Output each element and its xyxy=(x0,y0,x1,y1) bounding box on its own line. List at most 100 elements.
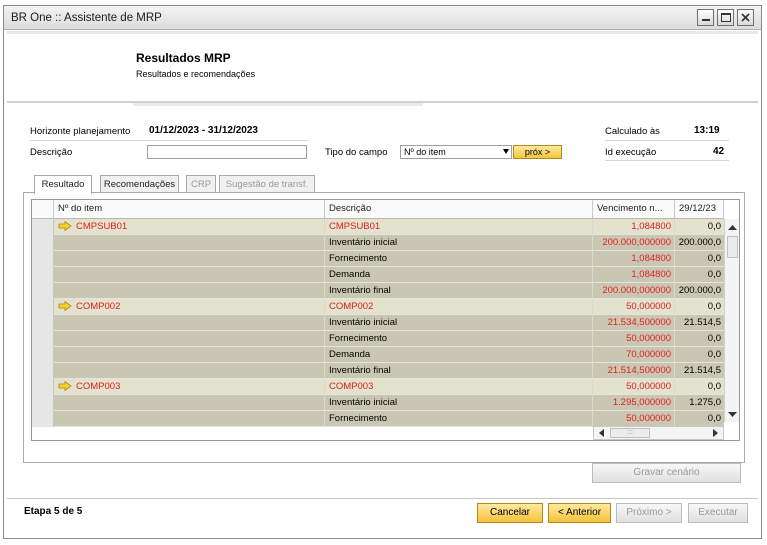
hscroll-thumb[interactable]: ::: xyxy=(610,428,650,438)
dropdown-arrow-icon xyxy=(503,149,509,154)
cell-descricao: Inventário final xyxy=(325,283,593,299)
tipo-campo-value: Nº do item xyxy=(404,147,446,157)
cell-item xyxy=(54,395,325,411)
detail-row[interactable]: Inventário inicial 21.534,500000 21.514,5 xyxy=(32,315,724,331)
close-button[interactable] xyxy=(737,9,754,26)
cell-vencimento: 1,084800 xyxy=(593,219,675,235)
cell-date: 21.514,5 xyxy=(684,317,721,328)
maximize-icon xyxy=(721,13,731,22)
cell-item: COMP003 xyxy=(54,379,325,395)
cell-item xyxy=(54,235,325,251)
scroll-right-icon[interactable] xyxy=(709,427,721,439)
minimize-button[interactable] xyxy=(697,9,714,26)
detail-row[interactable]: Demanda 1,084800 0,0 xyxy=(32,267,724,283)
row-selector[interactable] xyxy=(32,235,54,251)
proximo-button[interactable]: Próximo > xyxy=(616,503,682,523)
detail-row[interactable]: Fornecimento 50,000000 0,0 xyxy=(32,411,724,427)
calculado-label: Calculado às xyxy=(605,126,660,137)
header-divider xyxy=(133,103,423,106)
row-selector[interactable] xyxy=(32,331,54,347)
cell-vencimento: 70,000000 xyxy=(593,347,675,363)
prox-button[interactable]: próx > xyxy=(513,145,562,159)
arrow-right-icon[interactable] xyxy=(58,221,72,232)
mrp-wizard-window: BR One :: Assistente de MRP Resultados M… xyxy=(3,5,762,539)
wizard-header: Resultados MRP Resultados e recomendaçõe… xyxy=(7,31,758,103)
row-selector[interactable] xyxy=(32,283,54,299)
scroll-down-icon[interactable] xyxy=(725,409,740,419)
row-selector[interactable] xyxy=(32,299,54,315)
cell-item xyxy=(54,347,325,363)
cell-descricao: Inventário inicial xyxy=(325,315,593,331)
row-selector[interactable] xyxy=(32,363,54,379)
item-row[interactable]: COMP002 COMP002 50,000000 0,0 xyxy=(32,299,724,315)
cell-descricao: Fornecimento xyxy=(325,331,593,347)
cell-vencimento: 21.514,500000 xyxy=(593,363,675,379)
cell-vencimento: 1,084800 xyxy=(593,267,675,283)
cell-date: 0,0 xyxy=(707,301,721,312)
cell-descricao: CMPSUB01 xyxy=(325,219,593,235)
maximize-button[interactable] xyxy=(717,9,734,26)
tab-recomendacoes[interactable]: Recomendações xyxy=(100,175,179,193)
cell-descricao: Fornecimento xyxy=(325,411,593,427)
id-execucao-value: 42 xyxy=(713,146,725,157)
cell-descricao: Inventário inicial xyxy=(325,235,593,251)
page-title: Resultados MRP xyxy=(136,51,231,65)
cell-descricao: Demanda xyxy=(325,267,593,283)
cell-item xyxy=(54,363,325,379)
row-selector[interactable] xyxy=(32,379,54,395)
item-row[interactable]: COMP003 COMP003 50,000000 0,0 xyxy=(32,379,724,395)
results-grid[interactable]: Nº do item Descrição Vencimento n... 29/… xyxy=(31,199,740,441)
cell-descricao: Inventário final xyxy=(325,363,593,379)
executar-button[interactable]: Executar xyxy=(688,503,748,523)
cell-item xyxy=(54,331,325,347)
cell-item xyxy=(54,283,325,299)
detail-row[interactable]: Demanda 70,000000 0,0 xyxy=(32,347,724,363)
row-selector[interactable] xyxy=(32,347,54,363)
horizontal-scrollbar[interactable]: ::: xyxy=(593,426,724,440)
row-selector[interactable] xyxy=(32,411,54,427)
anterior-button[interactable]: < Anterior xyxy=(548,503,611,523)
cell-item: CMPSUB01 xyxy=(54,219,325,235)
tab-crp[interactable]: CRP xyxy=(186,175,216,193)
tipo-campo-select[interactable]: Nº do item xyxy=(400,145,512,159)
cell-descricao: COMP003 xyxy=(325,379,593,395)
arrow-right-icon[interactable] xyxy=(58,381,72,392)
detail-row[interactable]: Inventário inicial 200.000,000000 200.000,… xyxy=(32,235,724,251)
detail-row[interactable]: Fornecimento 50,000000 0,0 xyxy=(32,331,724,347)
gravar-cenario-button[interactable]: Gravar cenário xyxy=(592,463,741,483)
grid-header-vencimento[interactable]: Vencimento n... xyxy=(593,200,675,219)
cell-item-text: COMP003 xyxy=(76,381,121,392)
grid-header-item[interactable]: Nº do item xyxy=(54,200,325,219)
cell-vencimento: 200.000,000000 xyxy=(593,283,675,299)
vertical-scrollbar[interactable] xyxy=(724,219,740,422)
titlebar: BR One :: Assistente de MRP xyxy=(4,6,761,30)
descricao-input[interactable] xyxy=(147,145,307,159)
row-selector[interactable] xyxy=(32,267,54,283)
tab-sugestao-transf[interactable]: Sugestão de transf. xyxy=(219,175,315,193)
grid-header-date[interactable]: 29/12/23 xyxy=(675,200,724,219)
cell-date: 0,0 xyxy=(707,349,721,360)
item-row[interactable]: CMPSUB01 CMPSUB01 1,084800 0,0 xyxy=(32,219,724,235)
cell-item xyxy=(54,267,325,283)
row-selector[interactable] xyxy=(32,315,54,331)
close-icon xyxy=(741,13,750,22)
detail-row[interactable]: Inventário final 200.000,000000 200.000,0 xyxy=(32,283,724,299)
row-selector[interactable] xyxy=(32,395,54,411)
scroll-up-icon[interactable] xyxy=(725,222,740,232)
row-selector[interactable] xyxy=(32,251,54,267)
detail-row[interactable]: Inventário final 21.514,500000 21.514,5 xyxy=(32,363,724,379)
scroll-left-icon[interactable] xyxy=(596,427,608,439)
cell-item-text: COMP002 xyxy=(76,301,121,312)
row-selector[interactable] xyxy=(32,219,54,235)
cell-item xyxy=(54,315,325,331)
detail-row[interactable]: Inventário inicial 1.295,000000 1.275,0 xyxy=(32,395,724,411)
scroll-thumb[interactable] xyxy=(727,236,738,258)
cancelar-button[interactable]: Cancelar xyxy=(477,503,543,523)
cell-descricao: Fornecimento xyxy=(325,251,593,267)
hscroll-grip: ::: xyxy=(627,429,633,436)
arrow-right-icon[interactable] xyxy=(58,301,72,312)
detail-row[interactable]: Fornecimento 1,084800 0,0 xyxy=(32,251,724,267)
grid-header-descricao[interactable]: Descrição xyxy=(325,200,593,219)
cell-descricao: COMP002 xyxy=(325,299,593,315)
tab-resultado[interactable]: Resultado xyxy=(34,175,92,194)
